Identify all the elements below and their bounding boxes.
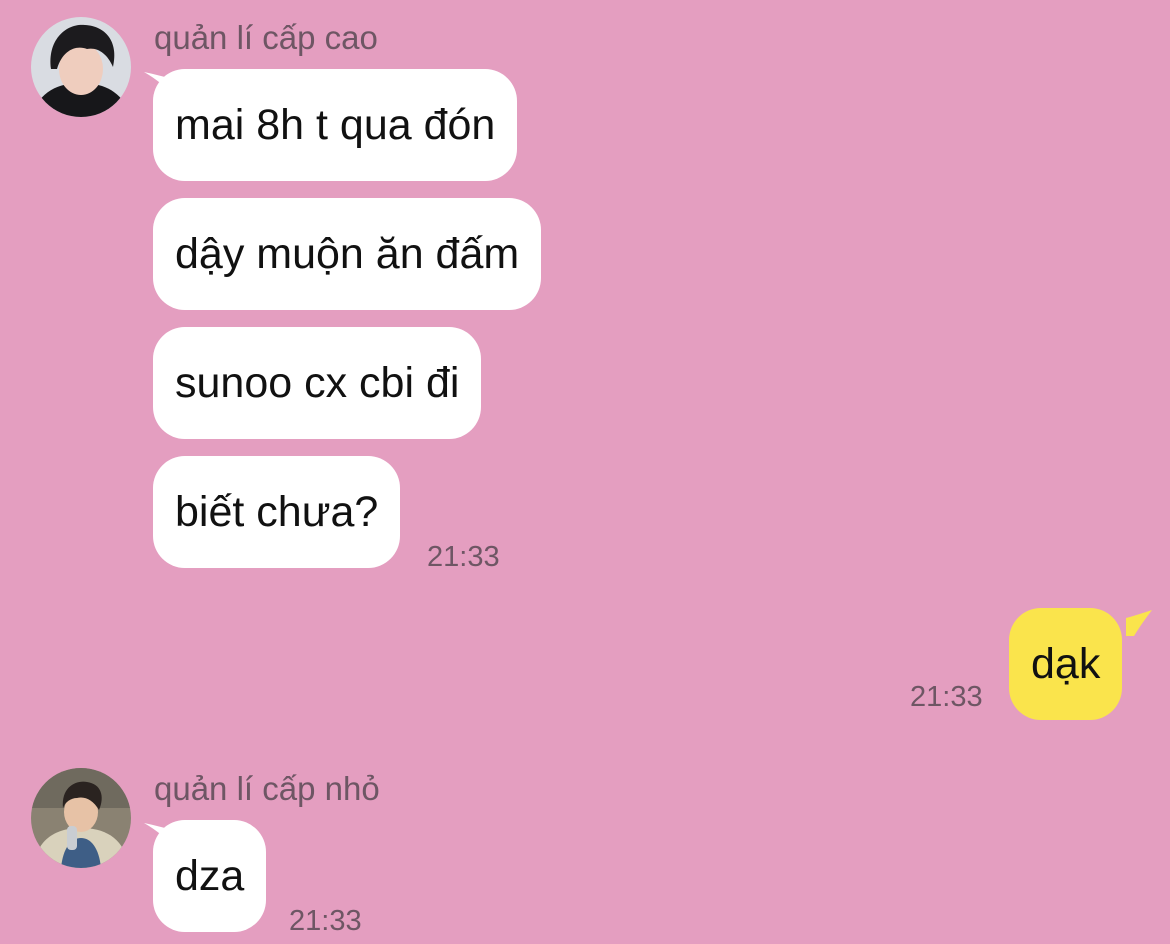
avatar-photo-icon bbox=[31, 768, 131, 868]
sender-name: quản lí cấp nhỏ bbox=[154, 770, 380, 807]
bubble-tail bbox=[1126, 610, 1152, 636]
message-bubble[interactable]: dza bbox=[153, 820, 267, 932]
message-bubble[interactable]: dậy muộn ăn đấm bbox=[153, 198, 542, 310]
message-timestamp: 21:33 bbox=[427, 541, 500, 573]
message-bubble[interactable]: mai 8h t qua đón bbox=[153, 69, 518, 181]
message-bubble[interactable]: biết chưa? bbox=[153, 456, 401, 568]
my-message-bubble[interactable]: dạk bbox=[1009, 608, 1123, 720]
message-timestamp: 21:33 bbox=[289, 905, 362, 937]
message-timestamp: 21:33 bbox=[910, 681, 983, 713]
sender-avatar[interactable] bbox=[31, 17, 131, 117]
message-bubble[interactable]: sunoo cx cbi đi bbox=[153, 327, 482, 439]
avatar-photo-icon bbox=[31, 17, 131, 117]
sender-name: quản lí cấp cao bbox=[154, 19, 378, 56]
sender-avatar[interactable] bbox=[31, 768, 131, 868]
